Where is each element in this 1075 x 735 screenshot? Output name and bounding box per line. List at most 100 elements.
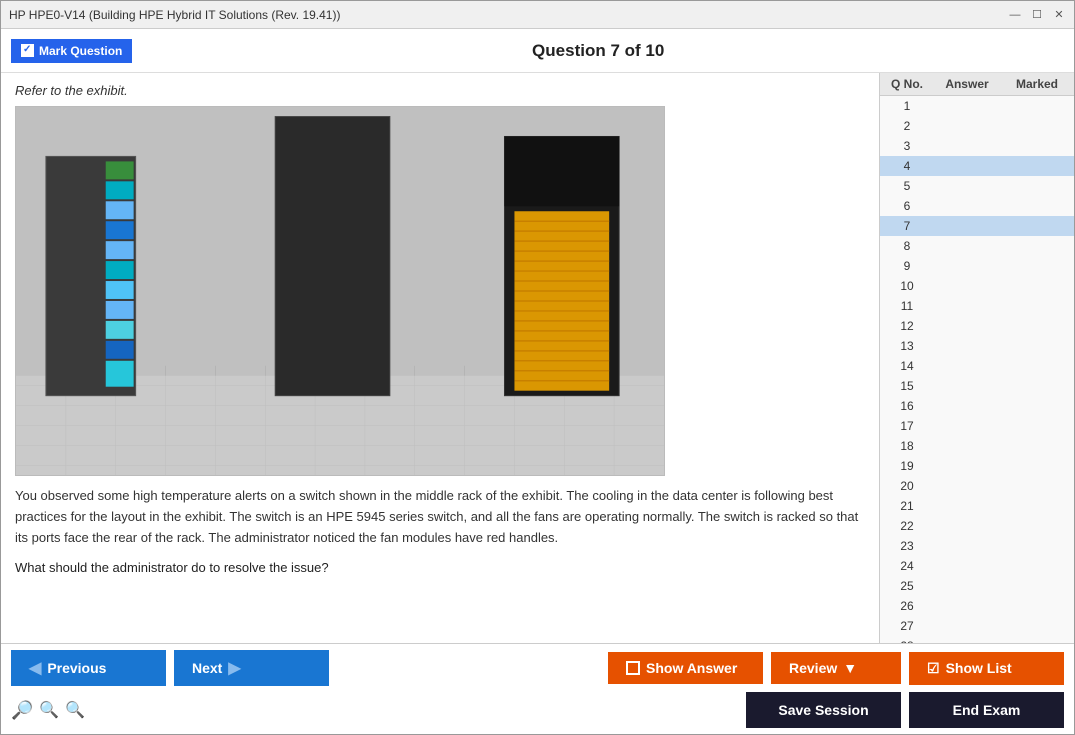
sidebar-row[interactable]: 12 xyxy=(880,316,1074,336)
sidebar-row-marked xyxy=(1002,298,1072,314)
sidebar-row-marked xyxy=(1002,598,1072,614)
sidebar-row-num: 2 xyxy=(882,118,932,134)
sidebar-row-num: 18 xyxy=(882,438,932,454)
sidebar-list: 1234567891011121314151617181920212223242… xyxy=(880,96,1074,643)
sidebar-row-marked xyxy=(1002,198,1072,214)
sidebar-row-num: 10 xyxy=(882,278,932,294)
show-list-check-icon: ☑ xyxy=(927,660,940,677)
sidebar-row-marked xyxy=(1002,438,1072,454)
next-button[interactable]: Next ▶ xyxy=(174,650,329,686)
sidebar-row-marked xyxy=(1002,578,1072,594)
sidebar-row[interactable]: 4 xyxy=(880,156,1074,176)
show-answer-label: Show Answer xyxy=(646,660,737,676)
sidebar-row-answer xyxy=(932,238,1002,254)
sidebar-row-num: 13 xyxy=(882,338,932,354)
sidebar-row-num: 25 xyxy=(882,578,932,594)
sidebar-col-marked: Marked xyxy=(1002,77,1072,91)
save-session-button[interactable]: Save Session xyxy=(746,692,901,728)
sidebar-row[interactable]: 26 xyxy=(880,596,1074,616)
sidebar-row-num: 5 xyxy=(882,178,932,194)
sidebar-row-marked xyxy=(1002,478,1072,494)
question-title: Question 7 of 10 xyxy=(132,41,1064,61)
sidebar-row[interactable]: 22 xyxy=(880,516,1074,536)
sidebar-row-answer xyxy=(932,578,1002,594)
sidebar-row-answer xyxy=(932,478,1002,494)
zoom-controls: 🔎 🔍 🔍 xyxy=(11,700,85,721)
sidebar-row-num: 9 xyxy=(882,258,932,274)
sidebar-row[interactable]: 25 xyxy=(880,576,1074,596)
sidebar-row-marked xyxy=(1002,178,1072,194)
sidebar-row[interactable]: 8 xyxy=(880,236,1074,256)
refer-text: Refer to the exhibit. xyxy=(15,83,865,98)
sidebar-row[interactable]: 28 xyxy=(880,636,1074,643)
sidebar-row[interactable]: 23 xyxy=(880,536,1074,556)
zoom-in-button[interactable]: 🔎 xyxy=(11,700,33,721)
sidebar-row-answer xyxy=(932,538,1002,554)
sidebar-row[interactable]: 10 xyxy=(880,276,1074,296)
review-button[interactable]: Review ▼ xyxy=(771,652,901,684)
sidebar-row[interactable]: 14 xyxy=(880,356,1074,376)
review-label: Review xyxy=(789,660,837,676)
next-arrow-icon: ▶ xyxy=(228,658,240,678)
sidebar-row[interactable]: 7 xyxy=(880,216,1074,236)
sidebar-row[interactable]: 16 xyxy=(880,396,1074,416)
sidebar-row-marked xyxy=(1002,238,1072,254)
sidebar-row[interactable]: 18 xyxy=(880,436,1074,456)
sidebar-row-num: 27 xyxy=(882,618,932,634)
sidebar-row[interactable]: 11 xyxy=(880,296,1074,316)
sidebar-row-num: 26 xyxy=(882,598,932,614)
sidebar-row-answer xyxy=(932,598,1002,614)
title-bar-controls: — ☐ ✕ xyxy=(1008,8,1066,22)
sidebar-row-answer xyxy=(932,178,1002,194)
sidebar-row[interactable]: 20 xyxy=(880,476,1074,496)
sidebar-row[interactable]: 21 xyxy=(880,496,1074,516)
sidebar-row[interactable]: 15 xyxy=(880,376,1074,396)
sidebar-row-marked xyxy=(1002,258,1072,274)
close-button[interactable]: ✕ xyxy=(1052,8,1066,22)
app-window: HP HPE0-V14 (Building HPE Hybrid IT Solu… xyxy=(0,0,1075,735)
end-exam-button[interactable]: End Exam xyxy=(909,692,1064,728)
sidebar-row-num: 22 xyxy=(882,518,932,534)
sidebar-row[interactable]: 24 xyxy=(880,556,1074,576)
title-bar: HP HPE0-V14 (Building HPE Hybrid IT Solu… xyxy=(1,1,1074,29)
sidebar-row-marked xyxy=(1002,498,1072,514)
sidebar-row-num: 16 xyxy=(882,398,932,414)
sidebar-row[interactable]: 9 xyxy=(880,256,1074,276)
sidebar-row-marked xyxy=(1002,358,1072,374)
sidebar-row-marked xyxy=(1002,158,1072,174)
bottom-bar-row1: ◀ Previous Next ▶ Show Answer Review ▼ ☑… xyxy=(11,650,1064,686)
sidebar-row-num: 7 xyxy=(882,218,932,234)
sidebar-row[interactable]: 27 xyxy=(880,616,1074,636)
previous-button[interactable]: ◀ Previous xyxy=(11,650,166,686)
window-title: HP HPE0-V14 (Building HPE Hybrid IT Solu… xyxy=(9,8,340,22)
review-arrow-icon: ▼ xyxy=(843,660,857,676)
sidebar-row[interactable]: 5 xyxy=(880,176,1074,196)
sidebar-row-marked xyxy=(1002,558,1072,574)
sidebar-row-answer xyxy=(932,438,1002,454)
show-list-button[interactable]: ☑ Show List xyxy=(909,652,1064,685)
question-body: You observed some high temperature alert… xyxy=(15,486,865,548)
sidebar-row-num: 8 xyxy=(882,238,932,254)
sidebar-row[interactable]: 2 xyxy=(880,116,1074,136)
mark-question-button[interactable]: Mark Question xyxy=(11,39,132,63)
sidebar-row[interactable]: 3 xyxy=(880,136,1074,156)
sidebar-row-marked xyxy=(1002,338,1072,354)
maximize-button[interactable]: ☐ xyxy=(1030,8,1044,22)
show-answer-button[interactable]: Show Answer xyxy=(608,652,763,684)
sidebar-row-num: 21 xyxy=(882,498,932,514)
zoom-out-button[interactable]: 🔍 xyxy=(65,700,85,720)
sidebar-row[interactable]: 17 xyxy=(880,416,1074,436)
sidebar-col-answer: Answer xyxy=(932,77,1002,91)
minimize-button[interactable]: — xyxy=(1008,8,1022,22)
sidebar-row[interactable]: 13 xyxy=(880,336,1074,356)
sidebar-col-qno: Q No. xyxy=(882,77,932,91)
zoom-reset-button[interactable]: 🔍 xyxy=(39,700,59,720)
sidebar-row[interactable]: 1 xyxy=(880,96,1074,116)
main-area: Refer to the exhibit. xyxy=(1,73,1074,643)
sidebar-row-marked xyxy=(1002,418,1072,434)
sidebar-row[interactable]: 6 xyxy=(880,196,1074,216)
sidebar-row-marked xyxy=(1002,138,1072,154)
sidebar-row-answer xyxy=(932,98,1002,114)
sidebar-row-num: 23 xyxy=(882,538,932,554)
sidebar-row[interactable]: 19 xyxy=(880,456,1074,476)
